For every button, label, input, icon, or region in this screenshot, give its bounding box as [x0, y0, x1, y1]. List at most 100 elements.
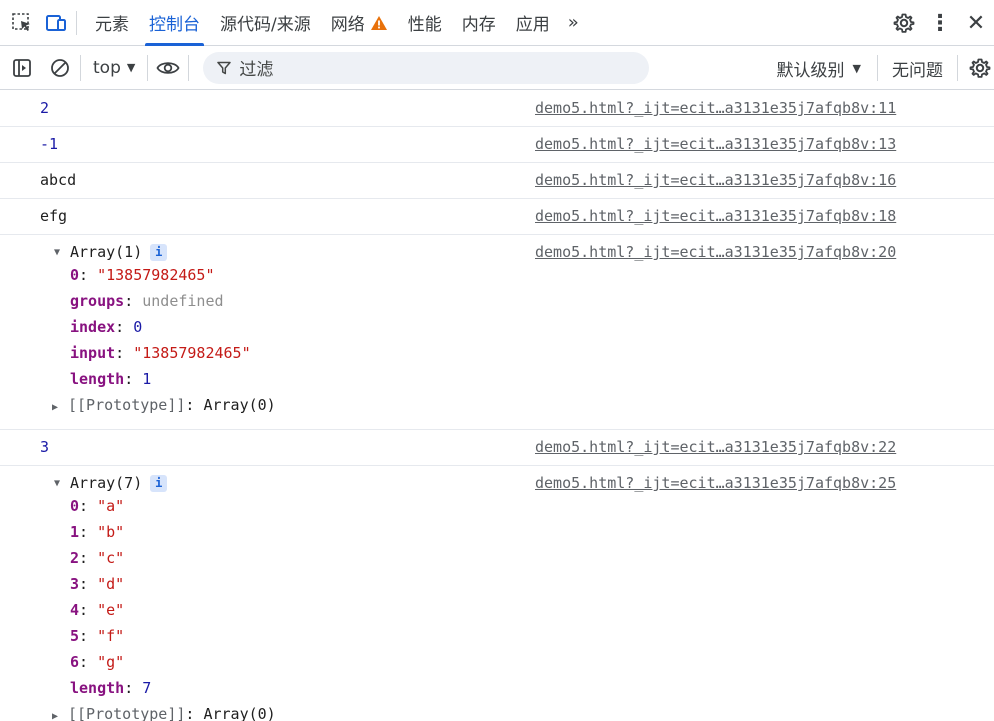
- object-property: 3: "d": [20, 571, 994, 597]
- live-expression-eye-icon[interactable]: [156, 56, 180, 80]
- tab-console[interactable]: 控制台: [139, 0, 210, 46]
- expand-triangle-icon[interactable]: ▶: [52, 704, 68, 721]
- tab-elements-label: 元素: [95, 15, 129, 35]
- object-summary: Array(7): [70, 474, 143, 492]
- tab-application[interactable]: 应用: [506, 0, 560, 46]
- property-key: 3: [70, 575, 80, 593]
- console-message: -1 demo5.html?_ijt=ecit…a3131e35j7afqb8v…: [0, 127, 994, 163]
- close-icon[interactable]: ✕: [958, 11, 994, 36]
- property-separator: :: [79, 266, 98, 284]
- toolbar-divider: [877, 55, 878, 81]
- property-value: "b": [97, 523, 125, 541]
- filter-input[interactable]: 过滤: [203, 51, 650, 84]
- source-link[interactable]: demo5.html?_ijt=ecit…a3131e35j7afqb8v:18: [535, 207, 896, 226]
- property-key: length: [70, 370, 125, 388]
- property-key: 5: [70, 627, 80, 645]
- context-selector[interactable]: top ▼: [89, 58, 139, 78]
- tab-memory[interactable]: 内存: [452, 0, 506, 46]
- property-separator: :: [79, 523, 98, 541]
- object-property: 5: "f": [20, 623, 994, 649]
- toolbar-divider: [76, 10, 77, 35]
- property-separator: :: [115, 318, 134, 336]
- warning-icon: [370, 15, 387, 30]
- more-options-icon[interactable]: ⋮: [922, 11, 958, 36]
- prototype-property[interactable]: ▶ [[Prototype]]: Array(0): [20, 701, 994, 721]
- tab-sources[interactable]: 源代码/来源: [210, 0, 321, 46]
- property-separator: :: [79, 653, 98, 671]
- property-separator: :: [185, 705, 204, 721]
- source-link[interactable]: demo5.html?_ijt=ecit…a3131e35j7afqb8v:16: [535, 171, 896, 190]
- property-separator: :: [79, 627, 98, 645]
- object-property: 4: "e": [20, 597, 994, 623]
- toolbar-divider: [188, 54, 190, 81]
- source-link[interactable]: demo5.html?_ijt=ecit…a3131e35j7afqb8v:25: [535, 474, 896, 493]
- tab-performance[interactable]: 性能: [398, 0, 452, 46]
- property-value: "c": [97, 549, 125, 567]
- property-key: groups: [70, 292, 125, 310]
- object-property: groups: undefined: [20, 288, 994, 314]
- tab-elements[interactable]: 元素: [85, 0, 139, 46]
- tab-console-label: 控制台: [149, 15, 200, 35]
- sidebar-toggle-icon[interactable]: [10, 56, 34, 80]
- console-message: abcd demo5.html?_ijt=ecit…a3131e35j7afqb…: [0, 163, 994, 199]
- object-property: input: "13857982465": [20, 340, 994, 366]
- prototype-value: Array(0): [203, 705, 276, 721]
- toolbar-divider: [147, 54, 149, 81]
- console-message: 2 demo5.html?_ijt=ecit…a3131e35j7afqb8v:…: [0, 91, 994, 127]
- inspect-element-icon[interactable]: [10, 11, 34, 35]
- expand-triangle-icon[interactable]: ▼: [54, 243, 70, 262]
- property-value: "g": [97, 653, 125, 671]
- source-link[interactable]: demo5.html?_ijt=ecit…a3131e35j7afqb8v:22: [535, 438, 896, 457]
- property-key: 0: [70, 497, 80, 515]
- console-message-array: demo5.html?_ijt=ecit…a3131e35j7afqb8v:25…: [0, 466, 994, 721]
- property-separator: :: [79, 601, 98, 619]
- prototype-value: Array(0): [203, 396, 276, 414]
- clear-console-icon[interactable]: [48, 56, 72, 80]
- message-text: abcd: [40, 171, 77, 189]
- property-key: input: [70, 344, 116, 362]
- property-key: 6: [70, 653, 80, 671]
- source-link[interactable]: demo5.html?_ijt=ecit…a3131e35j7afqb8v:20: [535, 243, 896, 262]
- property-separator: :: [124, 292, 143, 310]
- object-property: index: 0: [20, 314, 994, 340]
- tab-application-label: 应用: [515, 15, 550, 35]
- property-separator: :: [124, 679, 143, 697]
- device-toolbar-icon[interactable]: [44, 11, 68, 35]
- prototype-property[interactable]: ▶ [[Prototype]]: Array(0): [20, 392, 994, 421]
- info-icon[interactable]: i: [150, 244, 168, 261]
- console-log: 2 demo5.html?_ijt=ecit…a3131e35j7afqb8v:…: [0, 91, 994, 721]
- property-value: "13857982465": [97, 266, 215, 284]
- log-level-selector[interactable]: 默认级别 ▼: [769, 56, 869, 81]
- tab-memory-label: 内存: [461, 15, 496, 35]
- object-properties: 0: "a" 1: "b" 2: "c" 3: "d" 4: "e" 5: "f…: [20, 493, 994, 721]
- tab-performance-label: 性能: [407, 15, 442, 35]
- source-link[interactable]: demo5.html?_ijt=ecit…a3131e35j7afqb8v:11: [535, 99, 896, 118]
- expand-triangle-icon[interactable]: ▼: [54, 474, 70, 493]
- console-settings-gear-icon[interactable]: [966, 56, 994, 80]
- message-text: efg: [40, 207, 68, 225]
- filter-placeholder: 过滤: [239, 60, 274, 80]
- more-tabs-button[interactable]: »: [560, 12, 587, 33]
- prototype-key: [[Prototype]]: [68, 705, 186, 721]
- object-property: 6: "g": [20, 649, 994, 675]
- console-message: efg demo5.html?_ijt=ecit…a3131e35j7afqb8…: [0, 199, 994, 235]
- property-key: 1: [70, 523, 80, 541]
- info-icon[interactable]: i: [150, 475, 168, 492]
- expand-triangle-icon[interactable]: ▶: [52, 395, 68, 421]
- message-text: -1: [40, 135, 59, 153]
- filter-icon: [217, 61, 232, 74]
- property-value: 7: [142, 679, 152, 697]
- object-property: 1: "b": [20, 519, 994, 545]
- tab-sources-label: 源代码/来源: [220, 15, 311, 35]
- object-property: 2: "c": [20, 545, 994, 571]
- log-level-label: 默认级别: [776, 60, 845, 81]
- context-label: top: [93, 57, 121, 78]
- issues-button[interactable]: 无问题: [886, 56, 949, 81]
- property-value: 0: [133, 318, 143, 336]
- tab-network[interactable]: 网络: [321, 0, 398, 46]
- property-separator: :: [79, 549, 98, 567]
- property-key: 2: [70, 549, 80, 567]
- property-separator: :: [185, 396, 204, 414]
- source-link[interactable]: demo5.html?_ijt=ecit…a3131e35j7afqb8v:13: [535, 135, 896, 154]
- settings-gear-icon[interactable]: [886, 11, 922, 35]
